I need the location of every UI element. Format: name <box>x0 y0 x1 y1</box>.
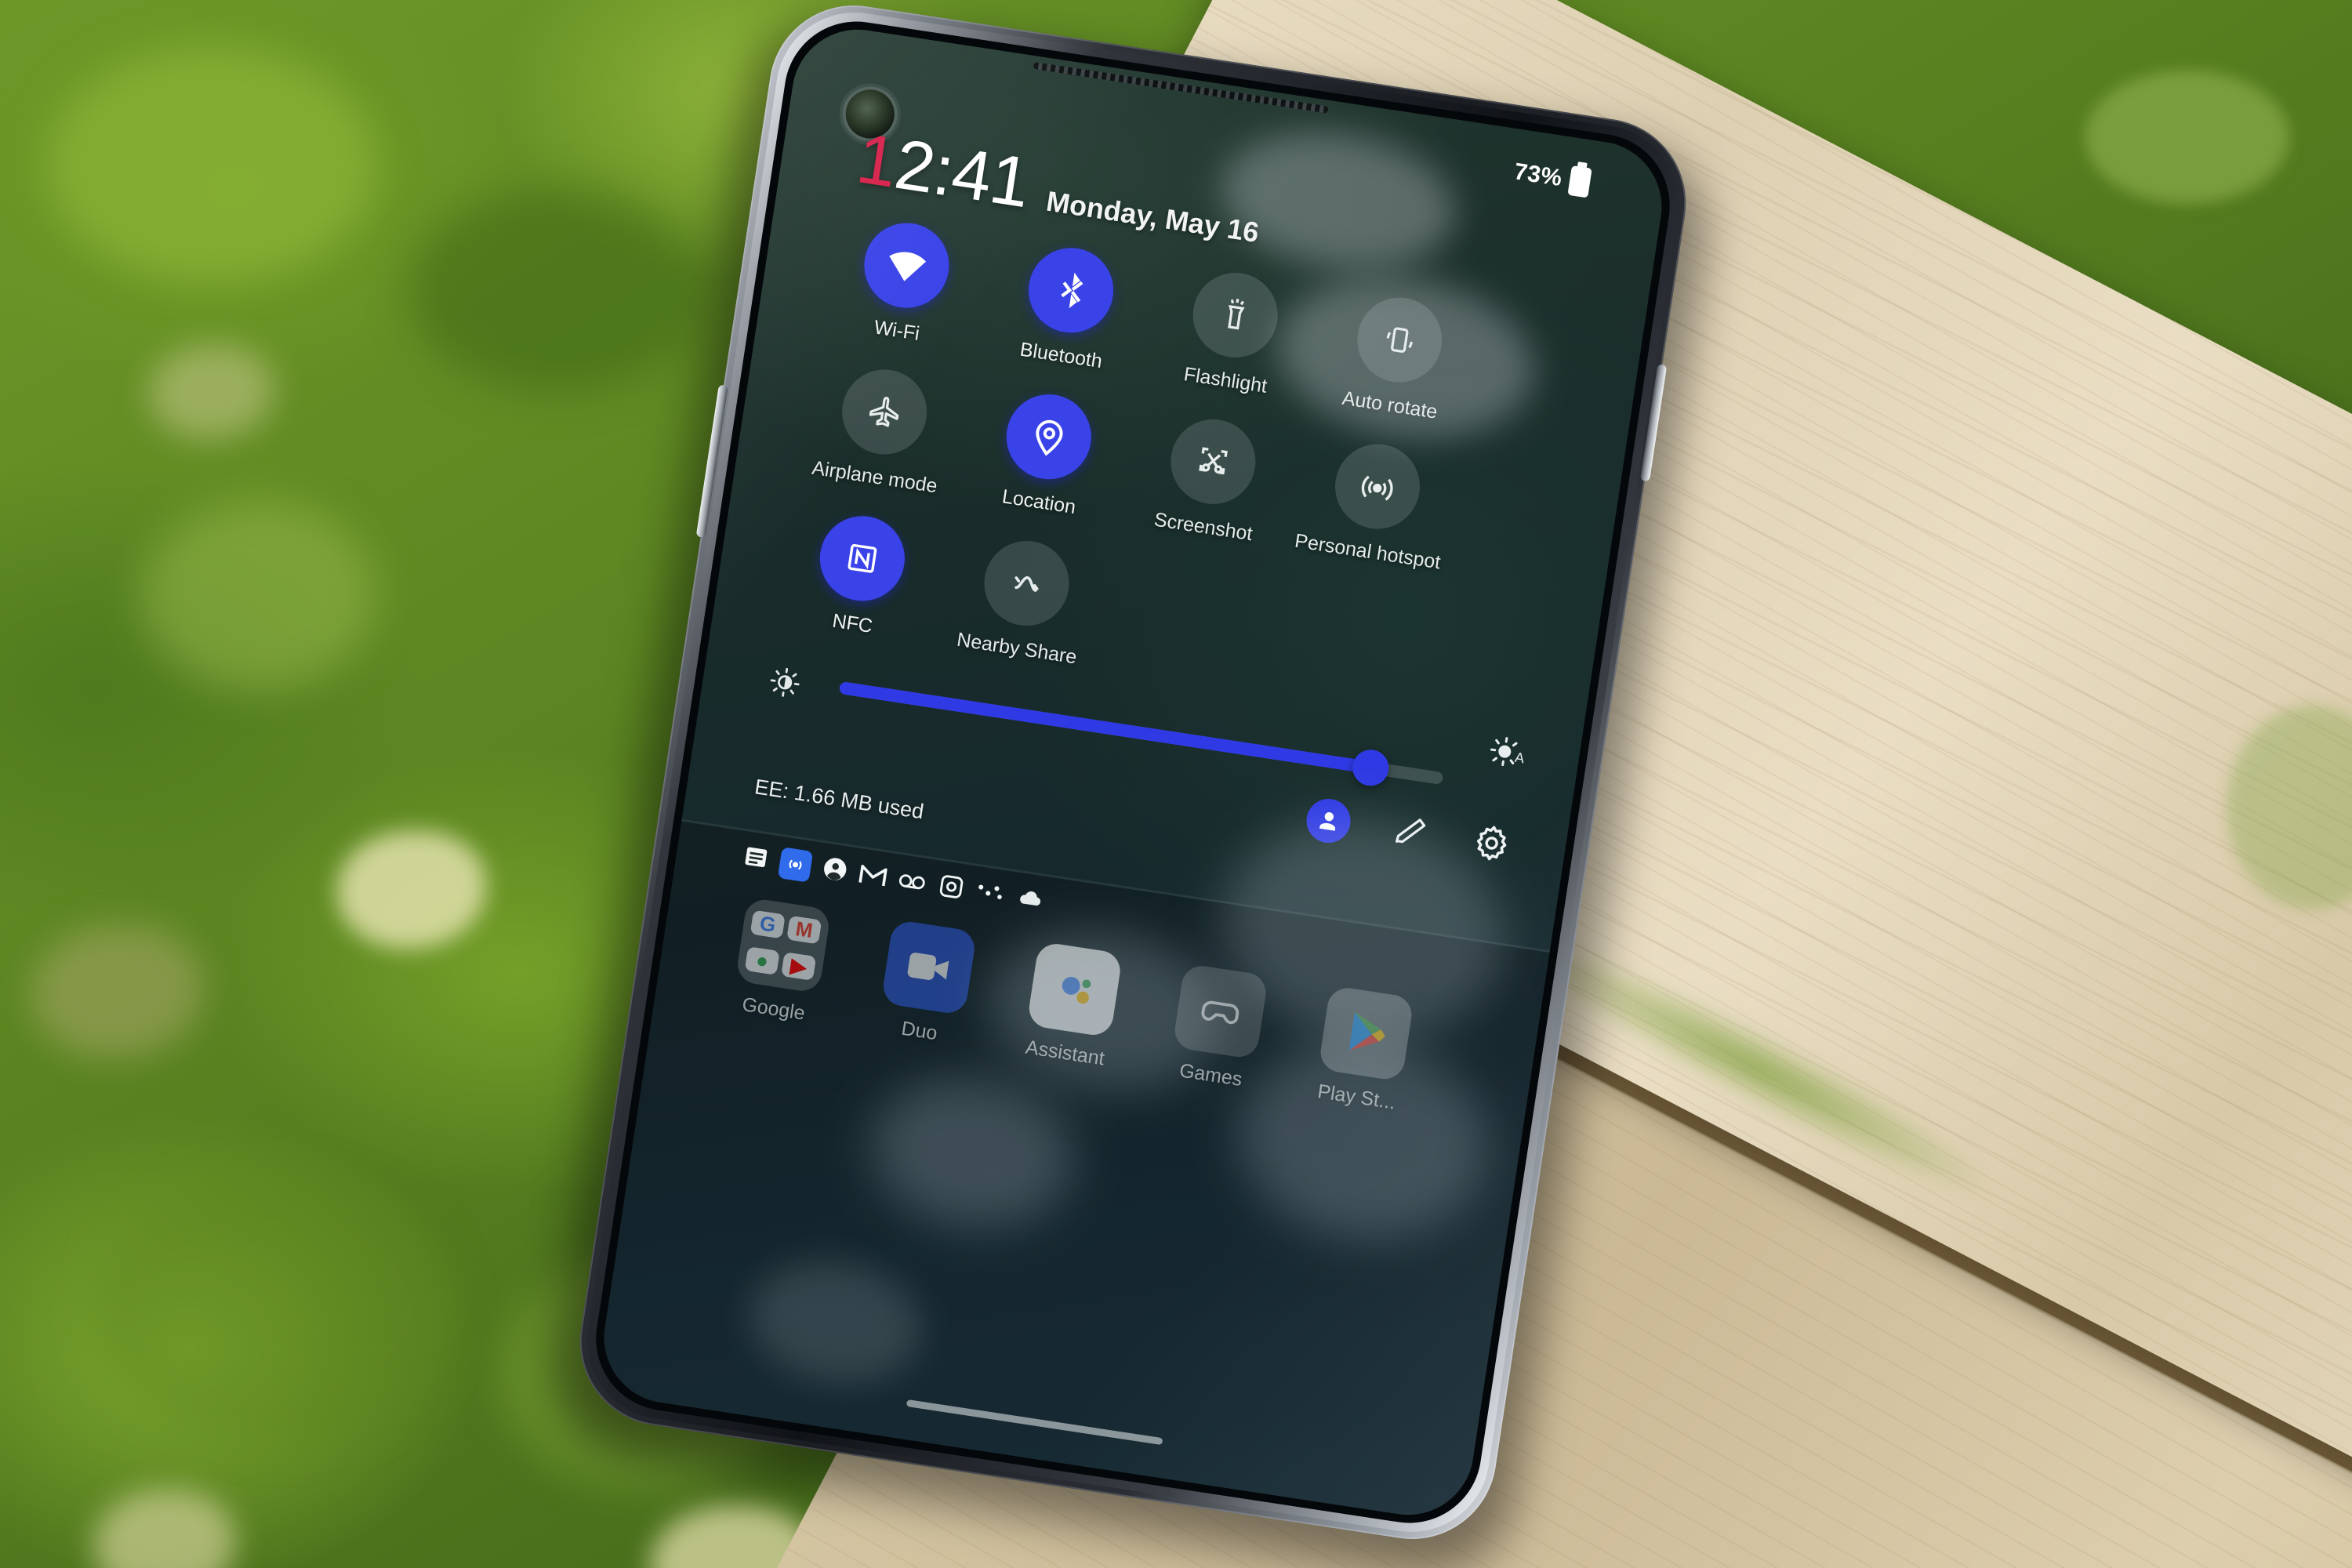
clock-remaining-digits: 2:41 <box>890 125 1035 223</box>
qs-tile-label: Wi-Fi <box>872 316 921 345</box>
gear-settings-icon[interactable] <box>1468 820 1515 870</box>
home-gesture-bar[interactable] <box>906 1399 1163 1446</box>
brightness-knob[interactable] <box>1349 747 1392 789</box>
more-dots-icon[interactable] <box>973 878 1007 909</box>
folder-item: ● <box>744 946 780 975</box>
grass-blob <box>94 1176 455 1443</box>
photos-icon[interactable] <box>936 871 967 906</box>
cloud-icon[interactable] <box>1014 885 1047 915</box>
carrier-data-usage-label: EE: 1.66 MB used <box>753 775 926 824</box>
gmail-icon[interactable] <box>857 861 889 892</box>
home-app-games[interactable]: Games <box>1136 959 1299 1098</box>
home-app-assistant[interactable]: Assistant <box>990 937 1153 1076</box>
assistant-icon <box>1026 941 1123 1038</box>
qs-tile-auto-rotate[interactable]: Auto rotate <box>1306 285 1488 429</box>
folder-item: G <box>750 909 786 939</box>
voicemail-icon[interactable] <box>895 866 929 898</box>
news-feed-icon[interactable] <box>740 842 771 877</box>
battery-icon <box>1567 165 1592 198</box>
qs-tile-flashlight[interactable]: Flashlight <box>1142 261 1323 405</box>
flashlight-icon <box>1187 267 1284 364</box>
qs-tile-label: Location <box>1000 485 1078 519</box>
grass-blob <box>141 502 376 690</box>
home-app-label: Google <box>740 993 807 1025</box>
qs-tile-nearby-share[interactable]: Nearby Share <box>933 529 1115 673</box>
qs-tile-label: Auto rotate <box>1341 387 1439 423</box>
duo-icon <box>880 919 978 1016</box>
user-avatar-icon[interactable] <box>1303 795 1354 846</box>
home-app-google-folder[interactable]: G M ● ▶ Google <box>699 892 862 1031</box>
brightness-auto-icon[interactable]: A <box>1485 731 1532 781</box>
qs-tile-personal-hotspot[interactable]: Personal hotspot <box>1283 432 1465 575</box>
home-app-play-store[interactable]: Play St... <box>1282 981 1445 1120</box>
nfc-icon <box>814 510 911 607</box>
folder-item: M <box>786 915 822 945</box>
auto-rotate-icon <box>1351 292 1448 389</box>
pencil-edit-icon[interactable] <box>1389 810 1432 857</box>
lockscreen-date: Monday, May 16 <box>1044 184 1261 249</box>
qs-tile-location[interactable]: Location <box>955 383 1137 526</box>
grass-blob <box>47 47 376 282</box>
qs-tile-airplane-mode[interactable]: Airplane mode <box>791 358 973 501</box>
status-bar-right: 73% <box>1512 157 1592 198</box>
grass-blob <box>408 188 706 392</box>
hotspot-icon <box>1329 438 1426 535</box>
wifi-icon <box>858 217 955 314</box>
qs-tile-label: NFC <box>830 609 874 638</box>
clock-time: 12:41 <box>852 119 1035 223</box>
photo-scene: 73% 12:41 Monday, May 16 Wi-Fi Bluetooth… <box>0 0 2352 1568</box>
qs-tile-nfc[interactable]: NFC <box>768 504 950 648</box>
battery-percent-label: 73% <box>1512 158 1564 192</box>
qs-tile-label: Airplane mode <box>810 456 939 498</box>
grass-blob <box>2085 71 2289 204</box>
svg-text:A: A <box>1514 750 1526 767</box>
home-app-label: Games <box>1178 1059 1244 1091</box>
games-icon <box>1172 963 1269 1060</box>
google-folder-icon: G M ● ▶ <box>735 897 832 994</box>
nearby-share-icon <box>978 535 1075 632</box>
home-app-duo[interactable]: Duo <box>844 914 1007 1053</box>
qs-tile-label: Bluetooth <box>1018 338 1104 373</box>
folder-item: ▶ <box>781 952 817 981</box>
qs-tile-label: Personal hotspot <box>1293 529 1443 574</box>
qs-tile-screenshot[interactable]: Screenshot <box>1120 408 1301 551</box>
play-store-icon <box>1318 985 1414 1082</box>
nfc-active-icon[interactable] <box>777 847 814 883</box>
airplane-icon <box>836 363 933 460</box>
location-pin-icon <box>1000 388 1098 485</box>
account-icon[interactable] <box>819 854 850 888</box>
home-app-label: Play St... <box>1316 1080 1397 1114</box>
bluetooth-icon <box>1022 241 1120 339</box>
brightness-low-icon <box>764 662 804 706</box>
qs-tile-label: Flashlight <box>1182 363 1269 397</box>
qs-tile-bluetooth[interactable]: Bluetooth <box>977 236 1159 379</box>
qs-tile-label: Screenshot <box>1152 508 1254 546</box>
qs-tile-wifi[interactable]: Wi-Fi <box>813 211 995 354</box>
smartphone: 73% 12:41 Monday, May 16 Wi-Fi Bluetooth… <box>541 0 1720 1568</box>
home-app-label: Assistant <box>1024 1036 1106 1070</box>
screenshot-icon <box>1164 413 1261 510</box>
home-app-label: Duo <box>899 1017 939 1045</box>
